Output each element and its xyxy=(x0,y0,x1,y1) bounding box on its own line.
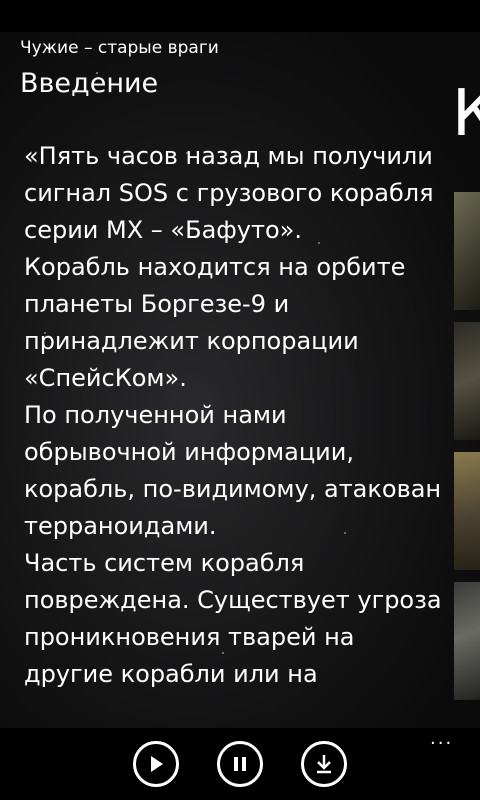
story-text: «Пять часов назад мы получили сигнал SOS… xyxy=(24,138,444,726)
story-paragraph: По полученной нами обрывочной информации… xyxy=(24,401,442,540)
play-button[interactable] xyxy=(133,741,179,787)
more-menu-button[interactable]: ... xyxy=(430,730,453,748)
app-title: Чужие – старые враги xyxy=(20,38,219,58)
story-paragraph: Корабль находится на орбите планеты Борг… xyxy=(24,253,406,392)
story-paragraph: «Пять часов назад мы получили сигнал SOS… xyxy=(24,142,434,244)
play-icon xyxy=(151,756,163,772)
next-page-thumbnail[interactable] xyxy=(454,452,480,570)
next-page-thumbnail[interactable] xyxy=(454,582,480,700)
next-page-header-peek[interactable]: К xyxy=(452,82,480,146)
pause-icon xyxy=(234,757,246,771)
download-button[interactable] xyxy=(301,741,347,787)
page-title: Введение xyxy=(20,68,159,99)
story-paragraph: Часть систем корабля повреждена. Существ… xyxy=(24,549,442,688)
download-icon xyxy=(317,755,331,774)
next-page-thumbnail[interactable] xyxy=(454,192,480,310)
status-bar xyxy=(0,0,480,32)
next-page-thumbnail[interactable] xyxy=(454,322,480,440)
pause-button[interactable] xyxy=(217,741,263,787)
